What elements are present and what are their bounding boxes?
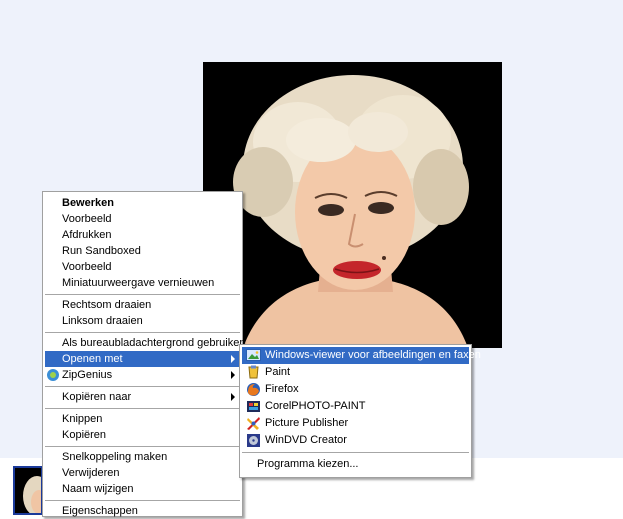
- menu-item-snelkoppeling-maken[interactable]: Snelkoppeling maken: [45, 449, 240, 465]
- submenu-item-label: Programma kiezen...: [257, 458, 359, 470]
- image-viewer-icon: [246, 348, 261, 363]
- menu-item-label: Verwijderen: [62, 467, 120, 479]
- menu-item-zipgenius[interactable]: ZipGenius: [45, 367, 240, 383]
- submenu-item-label: WinDVD Creator: [265, 434, 347, 446]
- menu-item-label: Openen met: [62, 353, 123, 365]
- corel-icon: [246, 399, 261, 414]
- menu-separator: [45, 408, 240, 409]
- submenu-arrow-icon: [231, 355, 235, 363]
- menu-item-label: Kopiëren naar: [62, 391, 132, 403]
- thumbnail-image: [15, 468, 41, 513]
- submenu-item-firefox[interactable]: Firefox: [242, 381, 469, 398]
- menu-separator: [45, 500, 240, 501]
- open-with-submenu: Windows-viewer voor afbeeldingen en faxe…: [239, 344, 481, 478]
- picture-publisher-icon: [246, 416, 261, 431]
- menu-item-label: Run Sandboxed: [62, 245, 141, 257]
- menu-item-voorbeeld[interactable]: Voorbeeld: [45, 211, 240, 227]
- menu-item-label: Knippen: [62, 413, 103, 425]
- menu-item-label: ZipGenius: [62, 369, 113, 381]
- menu-item-knippen[interactable]: Knippen: [45, 411, 240, 427]
- submenu-item-label: Picture Publisher: [265, 417, 349, 429]
- menu-item-label: Afdrukken: [62, 229, 112, 241]
- menu-item-label: Snelkoppeling maken: [62, 451, 168, 463]
- menu-item-label: Rechtsom draaien: [62, 299, 152, 311]
- menu-item-kopieren-naar[interactable]: Kopiëren naar: [45, 389, 240, 405]
- submenu-item-windows-viewer[interactable]: Windows-viewer voor afbeeldingen en faxe…: [242, 347, 481, 364]
- menu-item-label: Voorbeeld: [62, 213, 112, 225]
- menu-item-openen-met[interactable]: Openen met: [45, 351, 240, 367]
- submenu-item-corel[interactable]: CorelPHOTO-PAINT: [242, 398, 469, 415]
- menu-separator: [45, 386, 240, 387]
- menu-item-label: Als bureaubladachtergrond gebruiken: [62, 337, 246, 349]
- menu-item-label: Voorbeeld: [62, 261, 112, 273]
- menu-item-verwijderen[interactable]: Verwijderen: [45, 465, 240, 481]
- menu-item-afdrukken[interactable]: Afdrukken: [45, 227, 240, 243]
- submenu-item-windvd[interactable]: WinDVD Creator: [242, 432, 469, 449]
- submenu-item-picture-publisher[interactable]: Picture Publisher: [242, 415, 469, 432]
- menu-item-linksom-draaien[interactable]: Linksom draaien: [45, 313, 240, 329]
- submenu-item-label: Firefox: [265, 383, 299, 395]
- submenu-item-paint[interactable]: Paint: [242, 364, 469, 381]
- zipgenius-icon: [46, 368, 60, 382]
- menu-item-kopieren[interactable]: Kopiëren: [45, 427, 240, 443]
- menu-item-label: Miniatuurweergave vernieuwen: [62, 277, 215, 289]
- menu-item-run-sandboxed[interactable]: Run Sandboxed: [45, 243, 240, 259]
- paint-icon: [246, 365, 261, 380]
- context-menu: Bewerken Voorbeeld Afdrukken Run Sandbox…: [42, 191, 245, 519]
- submenu-item-label: CorelPHOTO-PAINT: [265, 400, 366, 412]
- submenu-arrow-icon: [231, 371, 235, 379]
- portrait-illustration: [203, 62, 502, 348]
- menu-separator: [45, 446, 240, 447]
- menu-item-miniatuurweergave[interactable]: Miniatuurweergave vernieuwen: [45, 275, 240, 291]
- submenu-arrow-icon: [231, 393, 235, 401]
- menu-item-label: Kopiëren: [62, 429, 107, 441]
- submenu-item-label: Paint: [265, 366, 291, 378]
- menu-item-label: Naam wijzigen: [62, 483, 134, 495]
- submenu-item-programma-kiezen[interactable]: Programma kiezen...: [242, 456, 469, 473]
- menu-item-bureaubladachtergrond[interactable]: Als bureaubladachtergrond gebruiken: [45, 335, 245, 351]
- menu-item-naam-wijzigen[interactable]: Naam wijzigen: [45, 481, 240, 497]
- menu-separator: [45, 294, 240, 295]
- firefox-icon: [246, 382, 261, 397]
- file-thumbnail[interactable]: [13, 466, 43, 515]
- menu-item-label: Linksom draaien: [62, 315, 143, 327]
- photo-preview: [203, 62, 502, 348]
- submenu-item-label: Windows-viewer voor afbeeldingen en faxe…: [265, 349, 481, 361]
- menu-item-eigenschappen[interactable]: Eigenschappen: [45, 503, 240, 519]
- menu-separator: [242, 452, 469, 453]
- windvd-icon: [246, 433, 261, 448]
- menu-separator: [45, 332, 240, 333]
- menu-item-rechtsom-draaien[interactable]: Rechtsom draaien: [45, 297, 240, 313]
- menu-item-voorbeeld-2[interactable]: Voorbeeld: [45, 259, 240, 275]
- menu-item-label: Eigenschappen: [62, 505, 138, 517]
- menu-item-bewerken[interactable]: Bewerken: [45, 195, 240, 211]
- menu-item-label: Bewerken: [62, 197, 114, 209]
